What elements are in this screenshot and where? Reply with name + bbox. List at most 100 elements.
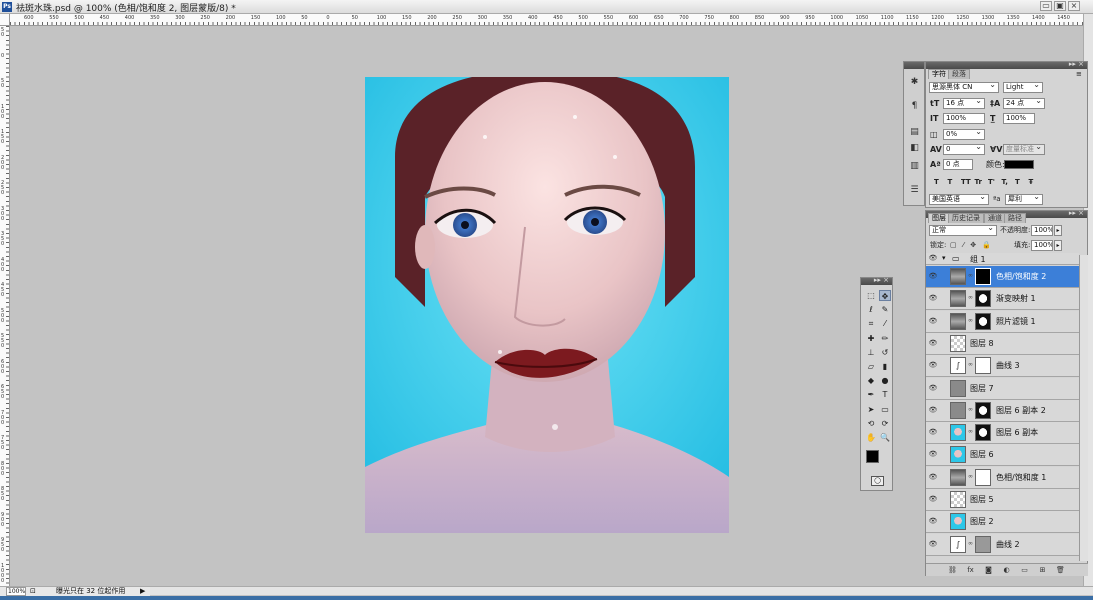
leading-input[interactable]: 24 点	[1003, 98, 1045, 109]
shape-icon[interactable]: ▭	[879, 404, 891, 415]
visibility-eye-icon[interactable]: 👁	[928, 272, 938, 281]
panel-restore-icon[interactable]: ▣	[1054, 1, 1066, 11]
layer-row[interactable]: 👁 ∞ 渐变映射 1	[926, 288, 1079, 311]
3d-rotate-icon[interactable]: ⟲	[865, 418, 877, 429]
layer-mask-thumb[interactable]	[975, 468, 991, 486]
text-color-swatch[interactable]	[1004, 160, 1034, 169]
font-style-select[interactable]: Light	[1003, 82, 1043, 93]
layer-row[interactable]: 👁 图层 6	[926, 444, 1079, 467]
document-icon[interactable]: ▤	[908, 126, 921, 138]
visibility-eye-icon[interactable]: 👁	[928, 517, 938, 526]
visibility-eye-icon[interactable]: 👁	[928, 540, 938, 549]
layer-row[interactable]: 👁 ∫ ∞ 曲线 3	[926, 355, 1079, 378]
layer-mask-thumb[interactable]	[975, 312, 991, 330]
mask-link-icon[interactable]: ∞	[968, 428, 973, 435]
layer-mask-thumb[interactable]	[975, 424, 991, 442]
mask-link-icon[interactable]: ∞	[968, 272, 973, 279]
tab-character[interactable]: 字符	[928, 69, 950, 79]
mask-link-icon[interactable]: ∞	[968, 361, 973, 368]
opacity-input[interactable]: 100%	[1031, 225, 1053, 236]
visibility-eye-icon[interactable]: 👁	[928, 294, 938, 303]
visibility-eye-icon[interactable]: 👁	[928, 317, 938, 326]
panel-menu-icon[interactable]: ≡	[1076, 70, 1082, 78]
font-family-select[interactable]: 思源黑体 CN	[929, 82, 999, 93]
quick-mask-icon[interactable]: ◯	[871, 476, 884, 486]
tools-panel-header[interactable]: ▸▸ ×	[861, 276, 892, 285]
dock-strip-header[interactable]	[904, 62, 924, 69]
tsume-select[interactable]: 0%	[943, 129, 985, 140]
layer-row[interactable]: 👁 ∞ 图层 6 副本	[926, 422, 1079, 445]
settings-icon[interactable]: ✱	[908, 76, 921, 88]
underline-button[interactable]: T	[1015, 177, 1020, 188]
3d-orbit-icon[interactable]: ⟳	[879, 418, 891, 429]
group-expand-icon[interactable]: ▾	[942, 254, 946, 262]
visibility-eye-icon[interactable]: 👁	[928, 339, 938, 348]
tab-paragraph[interactable]: 段落	[948, 69, 970, 79]
layer-row[interactable]: 👁 图层 8	[926, 332, 1079, 355]
dodge-icon[interactable]: ●	[879, 375, 891, 386]
mask-link-icon[interactable]: ∞	[968, 317, 973, 324]
language-select[interactable]: 美国英语	[929, 194, 989, 205]
faux-bold-button[interactable]: T	[934, 177, 939, 188]
brush-icon[interactable]: ✏	[879, 333, 891, 344]
new-group-icon[interactable]: ▭	[1020, 565, 1029, 575]
vertical-scale-input[interactable]: 100%	[943, 113, 985, 124]
panel-close-icon[interactable]: ×	[1068, 1, 1080, 11]
visibility-eye-icon[interactable]: 👁	[928, 495, 938, 504]
font-size-input[interactable]: 16 点	[943, 98, 985, 109]
visibility-eye-icon[interactable]: 👁	[928, 254, 938, 263]
layer-row[interactable]: 👁 ∞ 照片滤镜 1	[926, 310, 1079, 333]
tab-channels[interactable]: 通道	[984, 213, 1006, 223]
lock-icons[interactable]: ▢ ⁄ ✥ 🔒	[950, 240, 993, 251]
layer-row[interactable]: 👁 图层 5	[926, 489, 1079, 511]
left-ruler[interactable]: 50 0 50 100 150 200 250 300 350 400 450 500 550 600 65…	[0, 26, 10, 586]
crop-icon[interactable]: ⌗	[865, 318, 877, 329]
adjust-icon[interactable]: ☰	[908, 184, 921, 196]
layer-mask-thumb[interactable]	[975, 268, 991, 285]
foreground-color-swatch[interactable]	[866, 450, 879, 463]
ruler-origin[interactable]	[0, 14, 10, 26]
blur-icon[interactable]: ◆	[865, 375, 877, 386]
stamp-panel-icon[interactable]: ◧	[908, 142, 921, 154]
link-layers-icon[interactable]: ⛓	[948, 565, 957, 575]
status-info-icon[interactable]: ⊡	[30, 587, 36, 595]
eraser-icon[interactable]: ▱	[865, 361, 877, 372]
kerning-select[interactable]: 度量标准	[1003, 144, 1045, 155]
layer-mask-thumb[interactable]	[975, 290, 991, 308]
layer-style-icon[interactable]: fx	[966, 565, 975, 575]
layer-row[interactable]: 👁 图层 7	[926, 377, 1079, 400]
panel-minimize-icon[interactable]: ▭	[1040, 1, 1052, 11]
pen-icon[interactable]: ✒	[865, 389, 877, 400]
horizontal-scale-input[interactable]: 100%	[1003, 113, 1035, 124]
strikethrough-button[interactable]: Ŧ	[1029, 177, 1034, 188]
gradient-icon[interactable]: ▮	[879, 361, 891, 372]
blend-mode-select[interactable]: 正常	[929, 225, 997, 236]
history-brush-icon[interactable]: ↺	[879, 347, 891, 358]
healing-icon[interactable]: ✚	[865, 333, 877, 344]
layer-mask-thumb[interactable]	[975, 357, 991, 375]
small-caps-button[interactable]: Tr	[975, 177, 982, 188]
faux-italic-button[interactable]: T	[948, 177, 953, 188]
mask-link-icon[interactable]: ∞	[968, 473, 973, 480]
path-select-icon[interactable]: ➤	[865, 404, 877, 415]
top-ruler[interactable]: 600 550 500 450 400 350 300 250 200 150 100 50 0 50 10…	[10, 14, 1083, 26]
add-mask-icon[interactable]: ◙	[984, 565, 993, 575]
layers-scrollbar[interactable]	[1079, 255, 1088, 561]
canvas-photo[interactable]	[365, 77, 729, 533]
layer-row[interactable]: 👁 ∫ ∞ 曲线 2	[926, 533, 1079, 556]
visibility-eye-icon[interactable]: 👁	[928, 428, 938, 437]
layer-row[interactable]: 👁 ∞ 图层 6 副本 2	[926, 399, 1079, 422]
superscript-button[interactable]: T'	[988, 177, 995, 188]
status-menu-arrow-icon[interactable]: ▶	[140, 587, 145, 595]
horizontal-scrollbar[interactable]	[150, 586, 1093, 595]
layer-group-row[interactable]: 👁 ▾ ▭ 组 1	[926, 253, 1079, 265]
delete-layer-icon[interactable]: 🗑	[1056, 565, 1065, 575]
layer-mask-thumb[interactable]	[975, 401, 991, 419]
tab-paths[interactable]: 路径	[1004, 213, 1026, 223]
mask-link-icon[interactable]: ∞	[968, 406, 973, 413]
zoom-icon[interactable]: 🔍	[879, 432, 891, 443]
mask-link-icon[interactable]: ∞	[968, 540, 973, 547]
character-panel-header[interactable]: ▸▸ ×	[926, 60, 1087, 69]
visibility-eye-icon[interactable]: 👁	[928, 384, 938, 393]
visibility-eye-icon[interactable]: 👁	[928, 450, 938, 459]
